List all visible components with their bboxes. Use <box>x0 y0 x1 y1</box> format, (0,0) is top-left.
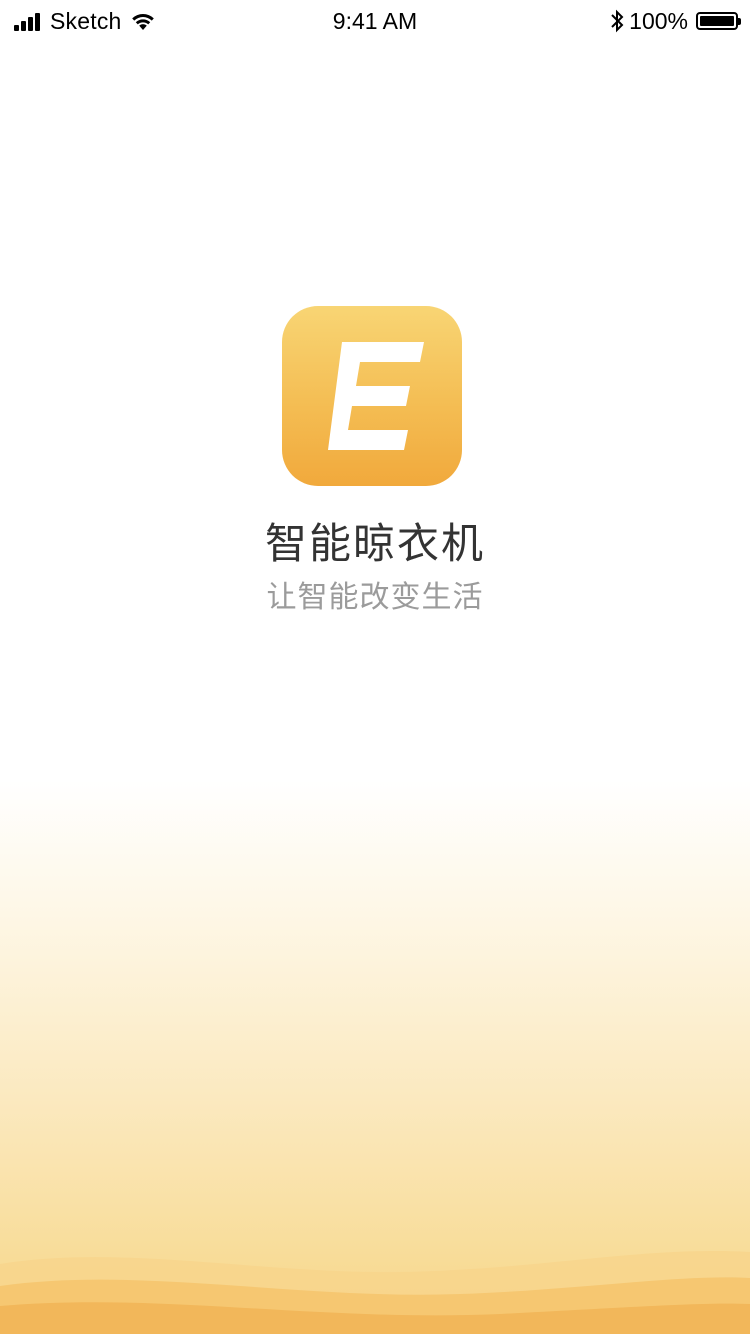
battery-fill <box>700 16 734 26</box>
bluetooth-icon <box>609 8 625 34</box>
decorative-waves <box>0 1244 750 1334</box>
status-bar-right: 100% <box>609 6 741 36</box>
status-bar: Sketch 9:41 AM 100% <box>0 0 750 40</box>
logo-letter-e <box>282 306 462 486</box>
app-title: 智能晾衣机 <box>264 519 485 568</box>
app-slogan: 让智能改变生活 <box>266 580 484 615</box>
battery-icon <box>696 12 741 30</box>
app-logo <box>282 306 462 486</box>
battery-percent: 100% <box>629 7 688 34</box>
splash-screen: Sketch 9:41 AM 100% 智能晾衣机 让智能改变生活 <box>0 0 750 1334</box>
